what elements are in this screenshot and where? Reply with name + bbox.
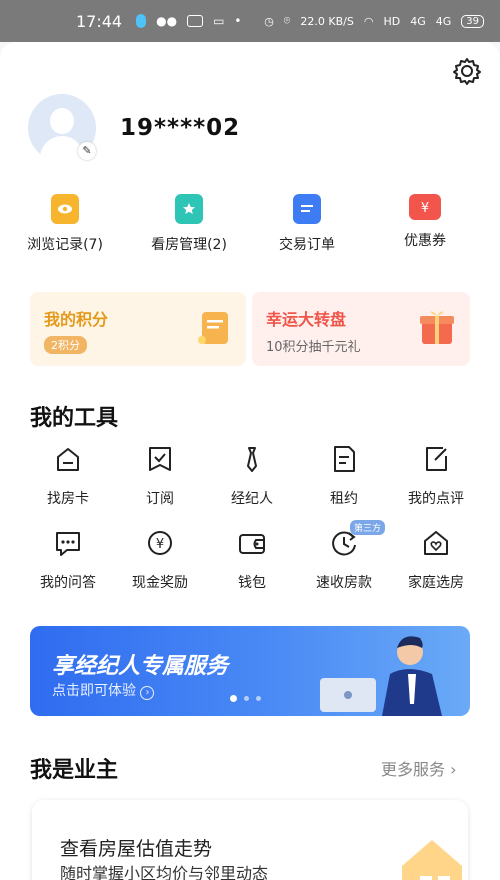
tool-agent[interactable]: 经纪人	[206, 444, 298, 508]
tool-label: 找房卡	[47, 491, 89, 507]
owner-section-title: 我是业主	[30, 758, 119, 783]
carousel-dots[interactable]	[230, 695, 261, 702]
tool-family-select[interactable]: 家庭选房	[390, 528, 482, 592]
app-badge-icon	[187, 15, 204, 27]
points-card[interactable]: 我的积分 2积分	[30, 292, 246, 366]
net-speed: 22.0 KB/S	[300, 14, 354, 28]
hd-label: HD	[383, 14, 401, 28]
tool-label: 家庭选房	[408, 575, 464, 591]
username: 19****02	[120, 115, 241, 141]
settings-gear-icon[interactable]	[452, 56, 482, 86]
subscribe-icon	[149, 447, 171, 471]
agent-service-banner[interactable]: 享经纪人专属服务 点击即可体验 ›	[30, 626, 470, 716]
tool-cash-reward[interactable]: ¥ 现金奖励	[114, 528, 206, 592]
quick-label: 看房管理(2)	[151, 237, 227, 253]
tool-subscribe[interactable]: 订阅	[114, 444, 206, 508]
tool-my-reviews[interactable]: 我的点评	[390, 444, 482, 508]
eye-icon	[51, 194, 79, 224]
tool-label: 现金奖励	[132, 575, 188, 591]
quick-label: 优惠券	[404, 233, 446, 249]
edit-avatar-icon[interactable]: ✎	[78, 142, 96, 160]
lease-icon	[334, 446, 355, 472]
signal-1-label: 4G	[410, 14, 426, 28]
more-services-link[interactable]: 更多服务 ›	[381, 756, 457, 780]
points-badge: 2积分	[44, 336, 87, 354]
wifi-icon: ◠	[363, 14, 374, 28]
more-dot-icon: •	[234, 14, 242, 28]
location-icon: ⌾	[283, 14, 291, 27]
valuation-subtitle: 随时掌握小区均价与邻里动态	[60, 864, 269, 880]
tool-label: 钱包	[238, 575, 266, 591]
quick-label: 浏览记录(7)	[27, 237, 103, 253]
quick-coupons[interactable]: ¥ 优惠券	[366, 194, 484, 254]
house-valuation-card[interactable]: 查看房屋估值走势 随时掌握小区均价与邻里动态	[32, 800, 468, 880]
svg-text:¥: ¥	[156, 537, 164, 552]
quick-orders[interactable]: 交易订单	[248, 194, 366, 254]
signal-2-label: 4G	[435, 14, 452, 28]
folder-star-icon	[175, 194, 203, 224]
battery-indicator: 39	[461, 14, 484, 28]
tie-icon	[247, 447, 257, 472]
points-document-icon	[198, 312, 228, 344]
quick-actions: 浏览记录(7) 看房管理(2) 交易订单 ¥ 优惠券	[0, 194, 500, 254]
tool-my-qa[interactable]: 我的问答	[22, 528, 114, 592]
banner-title: 享经纪人专属服务	[52, 654, 229, 679]
chevron-circle-icon: ›	[140, 686, 155, 700]
gift-box-icon	[420, 311, 454, 344]
wallet-icon	[239, 534, 265, 554]
wechat-icon: ●●	[156, 14, 178, 28]
status-time: 17:44	[76, 11, 123, 31]
quick-label: 交易订单	[279, 237, 335, 253]
clock-arrow-icon	[332, 531, 356, 556]
review-edit-icon	[426, 447, 447, 471]
yen-circle-icon: ¥	[148, 531, 172, 555]
more-services-label: 更多服务	[381, 760, 446, 779]
tool-find-house-card[interactable]: 找房卡	[22, 444, 114, 508]
document-icon	[293, 194, 321, 224]
notification-app-icon	[136, 14, 147, 28]
tool-lease[interactable]: 租约	[298, 444, 390, 508]
tool-label: 我的问答	[40, 575, 96, 591]
profile-header[interactable]: 19****02	[28, 94, 240, 162]
house-illustration-icon	[402, 840, 462, 880]
chevron-right-icon: ›	[450, 760, 457, 779]
tool-label: 租约	[330, 491, 358, 507]
message-icon: ▭	[213, 14, 225, 28]
valuation-title: 查看房屋估值走势	[60, 838, 213, 860]
coupon-icon: ¥	[409, 194, 441, 220]
alarm-icon: ◷	[264, 14, 274, 28]
agent-illustration	[320, 636, 442, 716]
lottery-card[interactable]: 幸运大转盘 10积分抽千元礼	[252, 292, 470, 366]
profile-page: 19****02 ✎ 浏览记录(7) 看房管理(2) 交易订单 ¥ 优惠券 我的…	[0, 42, 500, 880]
tool-label: 经纪人	[231, 491, 273, 507]
chat-bubble-icon	[56, 532, 80, 556]
tools-section-title: 我的工具	[30, 406, 119, 431]
tools-grid: 找房卡 订阅 经纪人 租约 我的点评 我的问答 ¥ 现金奖励 钱包 第三方 速收…	[22, 444, 482, 592]
house-card-icon	[57, 448, 79, 471]
tool-label: 订阅	[146, 491, 174, 507]
home-heart-icon	[424, 531, 448, 555]
tool-quick-payment[interactable]: 第三方 速收房款	[298, 520, 390, 592]
quick-viewing-management[interactable]: 看房管理(2)	[130, 194, 248, 254]
svg-text:¥: ¥	[421, 201, 429, 216]
tool-label: 速收房款	[316, 575, 372, 591]
status-bar: 17:44 ●● ▭ • ◷ ⌾ 22.0 KB/S ◠ HD 4G 4G 39	[0, 0, 500, 42]
banner-subtitle: 点击即可体验 ›	[52, 680, 155, 700]
tool-label: 我的点评	[408, 491, 464, 507]
tool-wallet[interactable]: 钱包	[206, 528, 298, 592]
quick-browse-history[interactable]: 浏览记录(7)	[0, 194, 130, 254]
banner-subtitle-text: 点击即可体验	[52, 683, 136, 699]
